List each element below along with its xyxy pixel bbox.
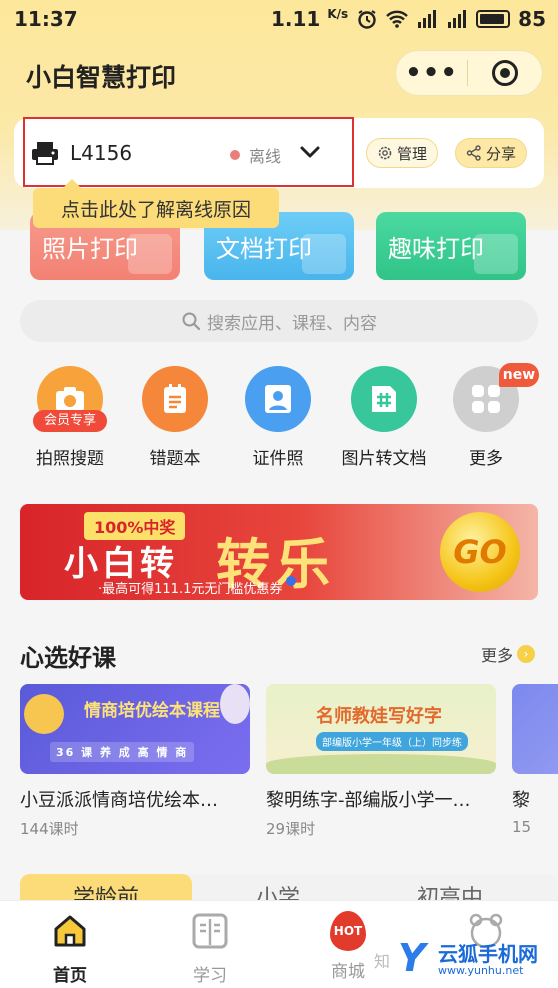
watermark-logo-icon: Y: [398, 936, 426, 980]
feature-label: 错题本: [149, 449, 201, 469]
feature-image-to-doc[interactable]: 图片转文档: [334, 366, 434, 469]
document-print-label: 文档打印: [216, 234, 312, 263]
nav-home[interactable]: 首页: [30, 911, 110, 986]
close-miniprogram-button[interactable]: [468, 60, 542, 86]
mascot-icon: [24, 694, 64, 734]
course-thumbnail: 名师教娃写好字 部编版小学一年级（上）同步练: [266, 684, 496, 774]
notebook-icon: [142, 366, 208, 432]
new-badge: new: [499, 363, 539, 387]
share-label: 分享: [486, 144, 517, 163]
nav-study[interactable]: 学习: [170, 911, 250, 986]
offline-status-dot: [230, 150, 240, 160]
heart-icon: [474, 234, 518, 274]
feature-photo-search[interactable]: 会员专享 拍照搜题: [20, 366, 120, 469]
nav-label: 首页: [53, 966, 87, 986]
watermark-name: 云狐手机网: [438, 942, 538, 966]
network-speed: 1.11 K/s: [271, 7, 348, 31]
document-icon: [302, 234, 346, 274]
photo-print-label: 照片打印: [42, 234, 138, 263]
watermark-zhi: 知: [374, 952, 391, 971]
course-lessons: 29课时: [266, 820, 316, 838]
wifi-icon: [386, 9, 409, 29]
photo-icon: [128, 234, 172, 274]
banner-go-button[interactable]: GO: [440, 512, 520, 592]
thumbnail-subtitle: 36 课 养 成 高 情 商: [50, 742, 195, 762]
fun-print-button[interactable]: 趣味打印: [376, 212, 526, 280]
thumbnail-title: 情商培优绘本课程: [84, 701, 220, 721]
thumbnail-title: 名师教娃写好字: [316, 706, 442, 727]
feature-label: 拍照搜题: [36, 449, 104, 469]
banner-subtitle: ·最高可得111.1元无门槛优惠券: [98, 582, 283, 597]
course-title: 黎明练字-部编版小学一…: [266, 790, 471, 811]
battery-level: 85: [518, 7, 546, 31]
search-placeholder: 搜索应用、课程、内容: [207, 313, 377, 334]
alarm-icon: [356, 9, 378, 29]
network-speed-value: 1.11: [271, 7, 321, 31]
feature-id-photo[interactable]: 证件照: [228, 366, 328, 469]
status-right: 1.11 K/s 85: [271, 7, 546, 31]
feature-mistake-book[interactable]: 错题本: [125, 366, 225, 469]
course-title: 黎: [512, 790, 530, 811]
image-to-doc-icon: [351, 366, 417, 432]
more-courses-link[interactable]: 更多 ›: [481, 642, 536, 666]
home-icon: [54, 915, 86, 947]
battery-icon: [476, 10, 511, 28]
section-title: 心选好课: [20, 644, 116, 672]
nav-label: 学习: [193, 966, 227, 986]
hill-decoration: [266, 754, 496, 774]
course-lessons: 144课时: [20, 820, 79, 838]
manage-label: 管理: [397, 144, 428, 163]
network-speed-unit: K/s: [327, 7, 349, 21]
course-title: 小豆派派情商培优绘本…: [20, 790, 218, 811]
search-input[interactable]: 搜索应用、课程、内容: [20, 300, 538, 342]
share-icon: [466, 145, 481, 161]
chevron-down-icon[interactable]: [298, 140, 322, 164]
status-time: 11:37: [14, 7, 78, 31]
feature-label: 更多: [469, 449, 503, 469]
course-thumbnail: [512, 684, 558, 774]
watermark-url: www.yunhu.net: [438, 964, 524, 977]
feature-label: 证件照: [252, 449, 304, 469]
course-card[interactable]: 名师教娃写好字 部编版小学一年级（上）同步练 黎明练字-部编版小学一… 29课时: [266, 684, 496, 839]
app-title: 小白智慧打印: [26, 63, 177, 92]
vip-badge: 会员专享: [33, 410, 107, 432]
hot-icon: HOT: [330, 911, 366, 951]
course-thumbnail: 情商培优绘本课程 36 课 养 成 高 情 商: [20, 684, 250, 774]
printer-name: L4156: [70, 141, 133, 165]
promo-banner[interactable]: 100%中奖 小白转 转乐 ·最高可得111.1元无门槛优惠券 GO: [20, 504, 538, 600]
watermark: 知 Y 云狐手机网 www.yunhu.net: [374, 936, 558, 984]
book-icon: [192, 913, 228, 949]
thumbnail-subtitle: 部编版小学一年级（上）同步练: [316, 732, 468, 751]
more-label: 更多: [481, 646, 514, 665]
target-icon: [492, 60, 518, 86]
more-menu-button[interactable]: •••: [396, 60, 467, 86]
miniprogram-capsule: •••: [395, 50, 543, 96]
feature-label: 图片转文档: [341, 449, 427, 469]
course-card[interactable]: 情商培优绘本课程 36 课 养 成 高 情 商 小豆派派情商培优绘本… 144课…: [20, 684, 250, 839]
fun-print-label: 趣味打印: [388, 234, 484, 263]
offline-reason-tooltip[interactable]: 点击此处了解离线原因: [33, 179, 279, 228]
course-card[interactable]: 黎 15: [512, 684, 558, 836]
gear-icon: [378, 146, 392, 160]
camera-icon: 会员专享: [33, 366, 107, 432]
signal-4g-icon: [416, 9, 438, 29]
printer-status: 离线: [249, 147, 282, 166]
chevron-right-icon: ›: [517, 645, 536, 663]
teacher-avatar: [220, 684, 250, 724]
manage-button[interactable]: 管理: [366, 138, 439, 168]
search-icon: [182, 312, 201, 331]
status-bar: 11:37 1.11 K/s 85: [0, 0, 558, 40]
signal-icon: [446, 9, 468, 29]
course-lessons: 15: [512, 818, 532, 836]
printer-icon: [32, 142, 58, 165]
id-photo-icon: [245, 366, 311, 432]
share-button[interactable]: 分享: [455, 138, 528, 168]
carousel-indicator: [286, 576, 296, 586]
